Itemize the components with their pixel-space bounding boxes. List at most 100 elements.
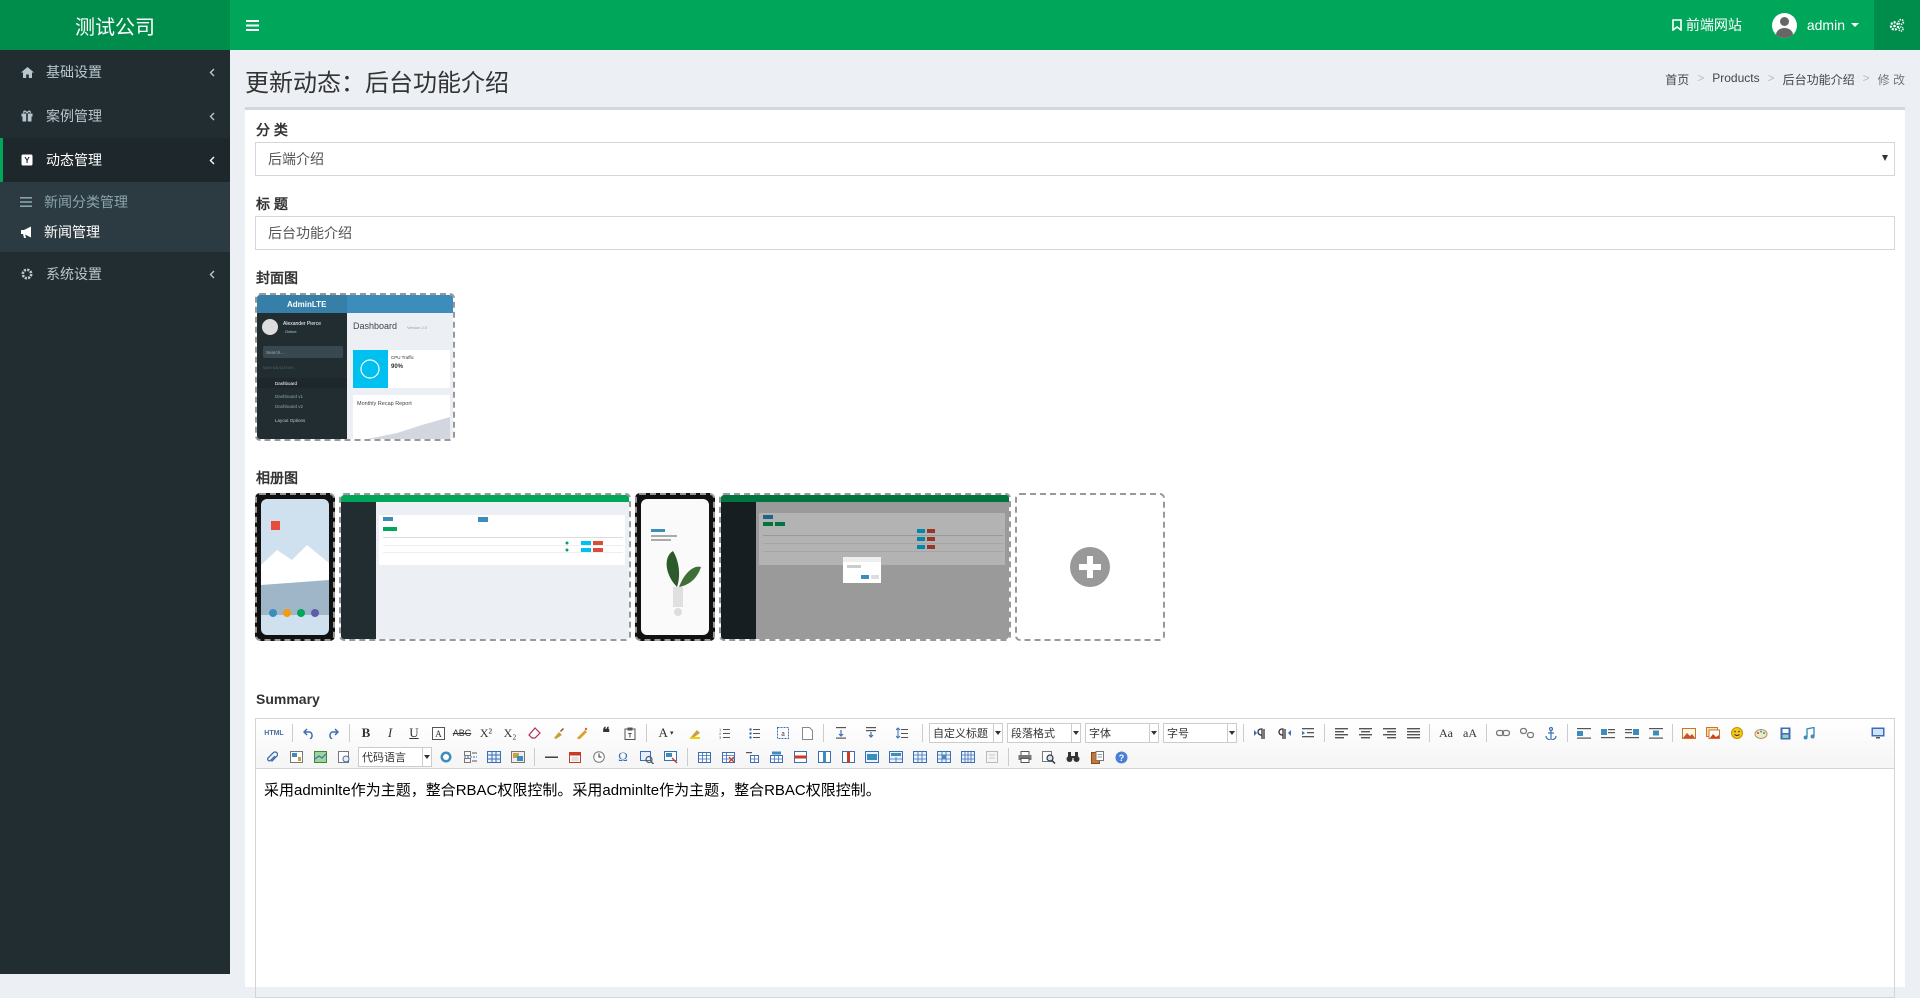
merge-cells-button[interactable] xyxy=(862,747,882,767)
sidebar-item-news-management[interactable]: Y 动态管理 xyxy=(0,138,230,182)
sidebar-item-news-category[interactable]: 新闻分类管理 xyxy=(0,187,230,217)
anchor-button[interactable] xyxy=(1541,723,1561,743)
row-spacing-top-button[interactable] xyxy=(830,723,856,743)
search-replace-find-button[interactable] xyxy=(1063,747,1083,767)
blockquote-button[interactable]: ❝ xyxy=(596,723,616,743)
unlink-button[interactable] xyxy=(1517,723,1537,743)
image-left-button[interactable] xyxy=(1598,723,1618,743)
align-right-button[interactable] xyxy=(1379,723,1399,743)
image-center-button[interactable] xyxy=(1646,723,1666,743)
ordered-list-button[interactable]: 123 xyxy=(713,723,739,743)
font-border-button[interactable]: A xyxy=(428,723,448,743)
html-source-button[interactable]: HTML xyxy=(262,723,286,743)
album-image[interactable] xyxy=(339,493,631,641)
lowercase-button[interactable]: aA xyxy=(1460,723,1480,743)
background-button[interactable] xyxy=(508,747,528,767)
delete-row-button[interactable] xyxy=(790,747,810,767)
cover-image[interactable]: AdminLTE Alexander Pierce Online Search.… xyxy=(255,293,455,441)
direction-ltr-button[interactable] xyxy=(1250,723,1270,743)
logo[interactable]: 测试公司 xyxy=(0,0,230,50)
font-family-select[interactable]: 字体 xyxy=(1085,723,1159,743)
insert-table-button[interactable] xyxy=(484,747,504,767)
title-input[interactable] xyxy=(255,216,1895,250)
align-center-button[interactable] xyxy=(1355,723,1375,743)
sidebar-item-case-management[interactable]: 案例管理 xyxy=(0,94,230,138)
direction-rtl-button[interactable] xyxy=(1274,723,1294,743)
sidebar-item-news-list[interactable]: 新闻管理 xyxy=(0,217,230,247)
word-image-button[interactable] xyxy=(661,747,681,767)
italic-button[interactable]: I xyxy=(380,723,400,743)
image-none-button[interactable] xyxy=(1574,723,1594,743)
insert-code-button[interactable] xyxy=(436,747,456,767)
split-rows-button[interactable] xyxy=(958,747,978,767)
paste-plain-button[interactable]: T xyxy=(620,723,640,743)
page-break-button[interactable] xyxy=(460,747,480,767)
breadcrumb-products[interactable]: Products xyxy=(1712,71,1759,88)
insert-video-button[interactable] xyxy=(1775,723,1795,743)
drafts-button[interactable] xyxy=(1087,747,1107,767)
album-image[interactable] xyxy=(719,493,1011,641)
font-color-button[interactable]: A ▾ xyxy=(653,723,679,743)
control-sidebar-button[interactable] xyxy=(1874,0,1920,50)
underline-button[interactable]: U xyxy=(404,723,424,743)
unordered-list-button[interactable] xyxy=(743,723,769,743)
clear-format-button[interactable] xyxy=(548,723,568,743)
fullscreen-button[interactable] xyxy=(1868,723,1888,743)
insert-frame-button[interactable] xyxy=(286,747,306,767)
breadcrumb-item[interactable]: 后台功能介绍 xyxy=(1783,71,1855,88)
attachment-button[interactable] xyxy=(262,747,282,767)
category-select[interactable]: 后端介绍 xyxy=(255,142,1895,176)
auto-typeset-button[interactable] xyxy=(572,723,592,743)
emotion-button[interactable] xyxy=(1727,723,1747,743)
scrawl-button[interactable] xyxy=(1751,723,1771,743)
user-menu[interactable]: admin xyxy=(1757,0,1874,50)
sidebar-item-basic-settings[interactable]: 基础设置 xyxy=(0,50,230,94)
insert-row-button[interactable] xyxy=(766,747,786,767)
album-image[interactable] xyxy=(635,493,715,641)
search-replace-button[interactable] xyxy=(637,747,657,767)
select-all-button[interactable]: a xyxy=(773,723,793,743)
google-map-button[interactable] xyxy=(310,747,330,767)
image-right-button[interactable] xyxy=(1622,723,1642,743)
insert-col-button[interactable] xyxy=(814,747,834,767)
preview-button[interactable] xyxy=(1039,747,1059,767)
template-button[interactable] xyxy=(334,747,354,767)
insert-time-button[interactable] xyxy=(589,747,609,767)
album-image[interactable] xyxy=(255,493,335,641)
insert-paragraph-before-table-button[interactable] xyxy=(742,747,762,767)
sidebar-toggle-button[interactable] xyxy=(230,0,274,50)
table-props-button[interactable] xyxy=(694,747,714,767)
background-color-button[interactable] xyxy=(683,723,709,743)
row-spacing-bottom-button[interactable] xyxy=(860,723,886,743)
insert-image-button[interactable] xyxy=(1703,723,1723,743)
insert-date-button[interactable] xyxy=(565,747,585,767)
superscript-button[interactable]: X² xyxy=(476,723,496,743)
code-language-select[interactable]: 代码语言 xyxy=(358,747,432,767)
print-button[interactable] xyxy=(1015,747,1035,767)
merge-down-button[interactable] xyxy=(910,747,930,767)
add-album-image-button[interactable] xyxy=(1015,493,1165,641)
special-char-button[interactable]: Ω xyxy=(613,747,633,767)
paragraph-format-select[interactable]: 段落格式 xyxy=(1007,723,1081,743)
split-cells-button[interactable] xyxy=(934,747,954,767)
help-button[interactable]: ? xyxy=(1111,747,1131,767)
link-button[interactable] xyxy=(1493,723,1513,743)
bold-button[interactable]: B xyxy=(356,723,376,743)
font-size-select[interactable]: 字号 xyxy=(1163,723,1237,743)
split-cols-button[interactable] xyxy=(982,747,1002,767)
format-match-button[interactable] xyxy=(524,723,544,743)
subscript-button[interactable]: X₂ xyxy=(500,723,520,743)
indent-button[interactable] xyxy=(1298,723,1318,743)
clear-doc-button[interactable] xyxy=(797,723,817,743)
breadcrumb-home[interactable]: 首页 xyxy=(1665,71,1689,88)
delete-table-button[interactable] xyxy=(718,747,738,767)
strikethrough-button[interactable]: ABC xyxy=(452,723,472,743)
sidebar-item-system-settings[interactable]: 系统设置 xyxy=(0,252,230,296)
editor-content[interactable]: 采用adminlte作为主题，整合RBAC权限控制。采用adminlte作为主题… xyxy=(256,769,1894,810)
undo-button[interactable] xyxy=(299,723,319,743)
align-left-button[interactable] xyxy=(1331,723,1351,743)
merge-right-button[interactable] xyxy=(886,747,906,767)
custom-title-select[interactable]: 自定义标题 xyxy=(929,723,1003,743)
frontend-site-link[interactable]: 前端网站 xyxy=(1657,0,1757,50)
horizontal-rule-button[interactable] xyxy=(541,747,561,767)
